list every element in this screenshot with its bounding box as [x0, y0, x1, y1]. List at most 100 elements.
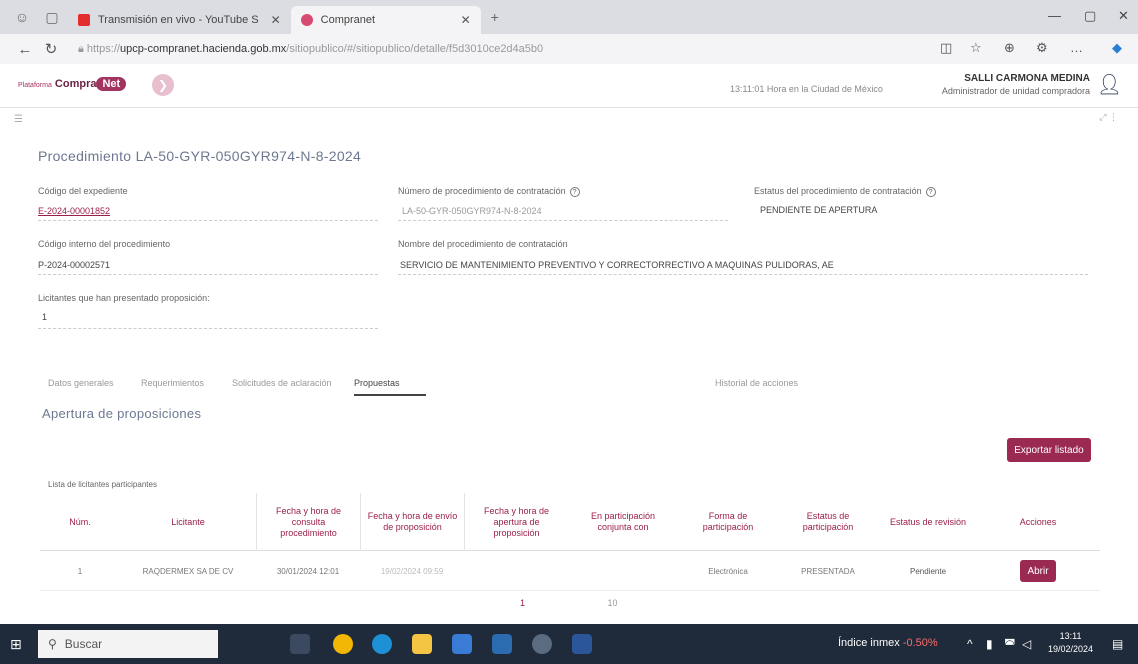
task-view-icon[interactable]	[290, 634, 310, 654]
cell-acciones: Abrir	[988, 551, 1088, 591]
collections-icon[interactable]: ⊕	[1004, 40, 1015, 56]
col-consulta[interactable]: Fecha y hora de consulta procedimiento	[256, 493, 360, 551]
section-title: Apertura de proposiciones	[42, 406, 202, 421]
close-tab-icon[interactable]: ✕	[461, 13, 471, 27]
taskbar-clock[interactable]: 13:11 19/02/2024	[1048, 630, 1093, 656]
more-icon[interactable]: …	[1070, 40, 1083, 55]
notifications-icon[interactable]: ▤	[1112, 637, 1123, 651]
wifi-icon[interactable]: ◚	[1004, 637, 1016, 651]
logo-prefix: Plataforma	[18, 82, 52, 89]
compranet-logo[interactable]: Plataforma Compra Net	[18, 77, 127, 91]
estatus-value: PENDIENTE DE APERTURA	[760, 205, 878, 215]
nombre-procedimiento-value: SERVICIO DE MANTENIMIENTO PREVENTIVO Y C…	[400, 260, 834, 270]
search-placeholder: Buscar	[64, 637, 103, 651]
mail-icon[interactable]	[492, 634, 512, 654]
word-icon[interactable]	[572, 634, 592, 654]
compranet-favicon	[300, 14, 313, 26]
divider	[38, 328, 378, 329]
lock-icon: 🔒︎	[78, 42, 87, 55]
clock-time: 13:11	[1059, 631, 1082, 641]
edge-icon[interactable]	[372, 634, 392, 654]
market-widget[interactable]: Índice inmex -0.50%	[838, 637, 938, 649]
new-tab-icon[interactable]: +	[487, 9, 503, 25]
close-tab-icon[interactable]: ✕	[271, 13, 281, 27]
col-acciones[interactable]: Acciones	[988, 493, 1088, 551]
tab-propuestas[interactable]: Propuestas	[354, 378, 426, 396]
divider	[398, 274, 1088, 275]
indice-change: -0.50%	[902, 637, 938, 649]
url-field[interactable]: 🔒︎ https://upcp-compranet.hacienda.gob.m…	[78, 43, 778, 56]
table-header: Núm. Licitante Fecha y hora de consulta …	[40, 493, 1100, 551]
help-icon[interactable]: ?	[569, 187, 580, 197]
store-icon[interactable]	[452, 634, 472, 654]
pagination: 1 10	[520, 598, 618, 608]
help-icon[interactable]: ?	[925, 187, 936, 197]
back-icon[interactable]: ←	[12, 41, 38, 58]
media-icon[interactable]	[532, 634, 552, 654]
col-forma[interactable]: Forma de participación	[678, 493, 778, 551]
open-proposal-button[interactable]: Abrir	[1020, 560, 1056, 582]
user-role: Administrador de unidad compradora	[941, 86, 1090, 96]
clock-date: 19/02/2024	[1048, 644, 1094, 654]
logo-text: Compra	[54, 78, 97, 90]
export-list-button[interactable]: Exportar listado	[1007, 438, 1091, 462]
codigo-expediente-link[interactable]: E-2024-00001852	[38, 206, 110, 216]
app-header: Plataforma Compra Net ❯ 13:11:01 Hora en …	[0, 64, 1138, 108]
user-name: SALLI CARMONA MEDINA	[964, 73, 1090, 84]
col-estatus-participacion[interactable]: Estatus de participación	[778, 493, 878, 551]
nombre-procedimiento-label: Nombre del procedimiento de contratación	[398, 239, 568, 249]
tab-actions-icon[interactable]: ▢	[44, 9, 60, 25]
pager-current-page[interactable]: 1	[520, 598, 525, 608]
logo-pill: Net	[96, 77, 127, 91]
page-title: Procedimiento LA-50-GYR-050GYR974-N-8-20…	[38, 148, 362, 164]
cell-conjunta	[568, 551, 678, 591]
tab-title: Compranet	[320, 14, 376, 26]
cell-envio: 19/02/2024 09:59	[380, 566, 444, 576]
tab-solicitudes[interactable]: Solicitudes de aclaración	[232, 378, 332, 394]
col-num[interactable]: Núm.	[40, 493, 120, 551]
windows-taskbar: ⊞ ⚲ Buscar Índice inmex -0.50% ^ ▮ ◚ ◁ 1…	[0, 624, 1138, 664]
indice-label: Índice inmex	[838, 637, 900, 649]
licitantes-value: 1	[42, 312, 48, 322]
expand-icon[interactable]: ⤢ ⋮	[1099, 112, 1118, 123]
reader-icon[interactable]: ◫	[940, 40, 952, 56]
menu-toggle-icon[interactable]: ☰	[14, 114, 23, 125]
user-avatar-icon[interactable]: 👤︎	[1097, 72, 1122, 97]
windows-start-icon[interactable]: ⊞	[10, 636, 26, 652]
url-path: /sitiopublico/#/sitiopublico/detalle/f5d…	[286, 42, 544, 55]
numero-procedimiento-label: Número de procedimiento de contratación?	[398, 186, 580, 197]
browser-tab-compranet[interactable]: Compranet ✕	[290, 6, 481, 34]
file-explorer-icon[interactable]	[412, 634, 432, 654]
refresh-icon[interactable]: ↻	[38, 40, 64, 58]
col-estatus-revision[interactable]: Estatus de revisión	[878, 493, 978, 551]
taskbar-search[interactable]: ⚲ Buscar	[38, 630, 218, 658]
profile-icon[interactable]: ☺	[14, 9, 30, 25]
col-conjunta[interactable]: En participación conjunta con	[568, 493, 678, 551]
chrome-icon[interactable]	[333, 634, 353, 654]
estatus-label: Estatus del procedimiento de contratació…	[754, 186, 936, 197]
tab-requerimientos[interactable]: Requerimientos	[141, 378, 204, 394]
edge-copilot-icon[interactable]: ◆	[1112, 40, 1122, 56]
back-arrow-icon[interactable]: ❯	[152, 74, 174, 96]
network-icon[interactable]: ▮	[986, 637, 993, 651]
tab-historial[interactable]: Historial de acciones	[715, 378, 798, 394]
cell-consulta: 30/01/2024 12:01	[276, 566, 340, 576]
table-row: 1 RAQDERMEX SA DE CV 30/01/2024 12:01 19…	[40, 551, 1100, 591]
tab-datos-generales[interactable]: Datos generales	[48, 378, 114, 394]
tray-chevron-icon[interactable]: ^	[967, 637, 973, 651]
procedure-tabs: Datos generales Requerimientos Solicitud…	[38, 378, 1098, 400]
browser-tab-youtube[interactable]: Transmisión en vivo - YouTube S ✕	[68, 6, 291, 34]
col-envio[interactable]: Fecha y hora de envío de proposición	[360, 493, 464, 551]
restore-icon[interactable]: ▢	[1084, 8, 1096, 24]
pager-page-size[interactable]: 10	[608, 598, 618, 608]
col-apertura[interactable]: Fecha y hora de apertura de proposición	[464, 493, 568, 551]
col-licitante[interactable]: Licitante	[120, 493, 256, 551]
codigo-expediente-label: Código del expediente	[38, 186, 128, 196]
minimize-icon[interactable]: —	[1048, 8, 1061, 23]
close-window-icon[interactable]: ✕	[1118, 8, 1129, 24]
favorites-icon[interactable]: ☆	[970, 40, 982, 56]
extension-icon[interactable]: ⚙	[1036, 40, 1048, 56]
cell-licitante: RAQDERMEX SA DE CV	[142, 566, 234, 576]
volume-icon[interactable]: ◁	[1022, 637, 1031, 651]
codigo-interno-label: Código interno del procedimiento	[38, 239, 171, 249]
